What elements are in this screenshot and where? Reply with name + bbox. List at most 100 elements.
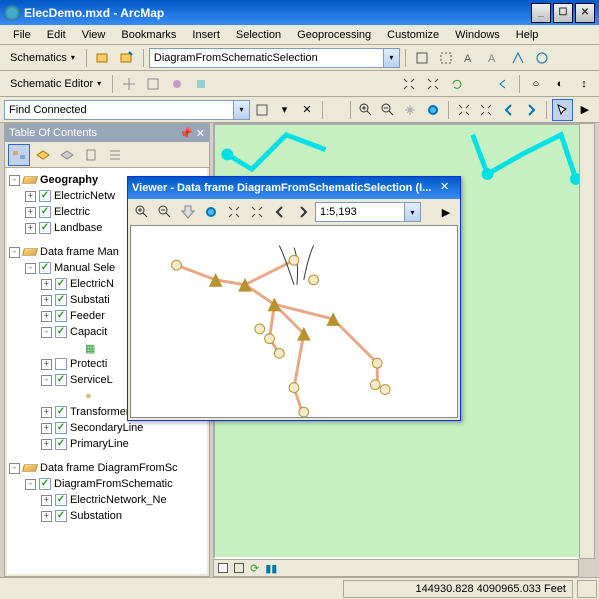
extra-icon-1[interactable]: ○ xyxy=(525,73,547,95)
arrows-in-icon[interactable] xyxy=(422,73,444,95)
viewer-zoom-in-icon[interactable] xyxy=(131,201,153,223)
schematic-editor-menu[interactable]: Schematic Editor xyxy=(4,76,107,92)
tree-row[interactable]: +✓SecondaryLine xyxy=(9,420,205,436)
tree-expand-icon[interactable]: - xyxy=(41,327,52,338)
tree-checkbox[interactable]: ✓ xyxy=(55,510,67,522)
tree-checkbox[interactable]: ✓ xyxy=(39,206,51,218)
schematics-menu[interactable]: Schematics xyxy=(4,50,81,66)
tree-row[interactable]: -Data frame DiagramFromSc xyxy=(9,460,205,476)
menu-selection[interactable]: Selection xyxy=(229,27,288,43)
go-icon[interactable]: ▶ xyxy=(575,99,595,121)
refresh-view-icon[interactable]: ⟳ xyxy=(250,562,259,575)
find-clear-icon[interactable]: ✕ xyxy=(297,99,317,121)
menu-edit[interactable]: Edit xyxy=(40,27,73,43)
data-view-icon[interactable] xyxy=(218,563,228,573)
tree-expand-icon[interactable]: - xyxy=(25,263,36,274)
forward-icon[interactable] xyxy=(521,99,541,121)
edit-icon-2[interactable] xyxy=(142,73,164,95)
tree-expand-icon[interactable]: + xyxy=(25,207,36,218)
menu-windows[interactable]: Windows xyxy=(448,27,507,43)
edit-icon-1[interactable] xyxy=(118,73,140,95)
back-icon[interactable] xyxy=(499,99,519,121)
viewer-pan-icon[interactable] xyxy=(177,201,199,223)
generate-diagram-icon[interactable] xyxy=(116,47,138,69)
tree-checkbox[interactable]: ✓ xyxy=(39,222,51,234)
zoom-in-icon[interactable] xyxy=(356,99,376,121)
tree-checkbox[interactable]: ✓ xyxy=(55,438,67,450)
viewer-forward-icon[interactable] xyxy=(292,201,314,223)
tool-icon-1[interactable] xyxy=(411,47,433,69)
viewer-full-extent-icon[interactable] xyxy=(200,201,222,223)
pan-icon[interactable] xyxy=(400,99,420,121)
tree-expand-icon[interactable]: + xyxy=(41,423,52,434)
full-extent-icon[interactable] xyxy=(423,99,443,121)
close-button[interactable]: ✕ xyxy=(575,3,595,23)
toc-close-icon[interactable]: ✕ xyxy=(196,127,205,140)
menu-customize[interactable]: Customize xyxy=(380,27,446,43)
tree-row[interactable] xyxy=(9,452,205,460)
extra-icon-2[interactable]: ◐ xyxy=(549,73,571,95)
tree-expand-icon[interactable]: + xyxy=(25,223,36,234)
tree-expand-icon[interactable]: - xyxy=(9,175,20,186)
viewer-scale-combo[interactable]: 1:5,193 ▾ xyxy=(315,202,421,222)
list-by-visibility-icon[interactable] xyxy=(56,144,78,166)
open-diagram-icon[interactable] xyxy=(92,47,114,69)
tree-expand-icon[interactable]: + xyxy=(25,191,36,202)
tree-checkbox[interactable] xyxy=(55,358,67,370)
minimize-button[interactable]: _ xyxy=(531,3,551,23)
viewer-canvas[interactable] xyxy=(130,225,458,418)
vertical-scrollbar[interactable] xyxy=(579,123,595,559)
menu-geoprocessing[interactable]: Geoprocessing xyxy=(290,27,378,43)
tree-row[interactable]: +✓PrimaryLine xyxy=(9,436,205,452)
tree-expand-icon[interactable]: - xyxy=(9,247,20,258)
tree-expand-icon[interactable]: - xyxy=(25,479,36,490)
viewer-window[interactable]: Viewer - Data frame DiagramFromSchematic… xyxy=(127,176,461,421)
viewer-contract-icon[interactable] xyxy=(246,201,268,223)
refresh-icon[interactable] xyxy=(446,73,468,95)
tree-checkbox[interactable]: ✓ xyxy=(55,294,67,306)
tree-row[interactable]: +✓ElectricNetwork_Ne xyxy=(9,492,205,508)
viewer-close-icon[interactable]: ✕ xyxy=(440,180,456,196)
tree-checkbox[interactable]: ✓ xyxy=(55,406,67,418)
list-by-selection-icon[interactable] xyxy=(80,144,102,166)
viewer-expand-icon[interactable] xyxy=(223,201,245,223)
tree-expand-icon[interactable]: + xyxy=(41,407,52,418)
tree-checkbox[interactable]: ✓ xyxy=(55,494,67,506)
arrows-out-icon[interactable] xyxy=(398,73,420,95)
tree-expand-icon[interactable]: + xyxy=(41,359,52,370)
find-dropdown[interactable]: ▾ xyxy=(274,99,294,121)
tree-expand-icon[interactable]: + xyxy=(41,439,52,450)
find-icon[interactable] xyxy=(252,99,272,121)
viewer-titlebar[interactable]: Viewer - Data frame DiagramFromSchematic… xyxy=(128,177,460,199)
tree-expand-icon[interactable]: - xyxy=(41,375,52,386)
layout-view-icon[interactable] xyxy=(234,563,244,573)
fixed-zoom-out-icon[interactable] xyxy=(476,99,496,121)
tool-icon-4[interactable]: A xyxy=(483,47,505,69)
maximize-button[interactable]: ☐ xyxy=(553,3,573,23)
menu-view[interactable]: View xyxy=(75,27,113,43)
toc-pin-icon[interactable]: 📌 xyxy=(179,127,193,140)
viewer-back-icon[interactable] xyxy=(269,201,291,223)
menu-help[interactable]: Help xyxy=(509,27,546,43)
tree-expand-icon[interactable]: + xyxy=(41,311,52,322)
list-by-drawing-icon[interactable] xyxy=(8,144,30,166)
menu-bookmarks[interactable]: Bookmarks xyxy=(114,27,183,43)
tree-checkbox[interactable]: ✓ xyxy=(55,422,67,434)
zoom-out-icon[interactable] xyxy=(378,99,398,121)
pause-view-icon[interactable]: ▮▮ xyxy=(265,562,277,575)
tree-checkbox[interactable]: ✓ xyxy=(39,262,51,274)
tool-icon-3[interactable]: A xyxy=(459,47,481,69)
extra-icon-3[interactable]: ↕ xyxy=(573,73,595,95)
find-combo[interactable]: Find Connected ▾ xyxy=(4,100,250,120)
viewer-go-icon[interactable]: ▶ xyxy=(435,201,457,223)
list-by-source-icon[interactable] xyxy=(32,144,54,166)
tree-row[interactable]: +✓Substation xyxy=(9,508,205,524)
tree-expand-icon[interactable]: - xyxy=(9,463,20,474)
tree-checkbox[interactable]: ✓ xyxy=(55,374,67,386)
tool-icon-2[interactable] xyxy=(435,47,457,69)
tree-expand-icon[interactable]: + xyxy=(41,511,52,522)
tool-icon-5[interactable] xyxy=(507,47,529,69)
fixed-zoom-in-icon[interactable] xyxy=(454,99,474,121)
edit-icon-4[interactable] xyxy=(190,73,212,95)
menu-insert[interactable]: Insert xyxy=(185,27,227,43)
